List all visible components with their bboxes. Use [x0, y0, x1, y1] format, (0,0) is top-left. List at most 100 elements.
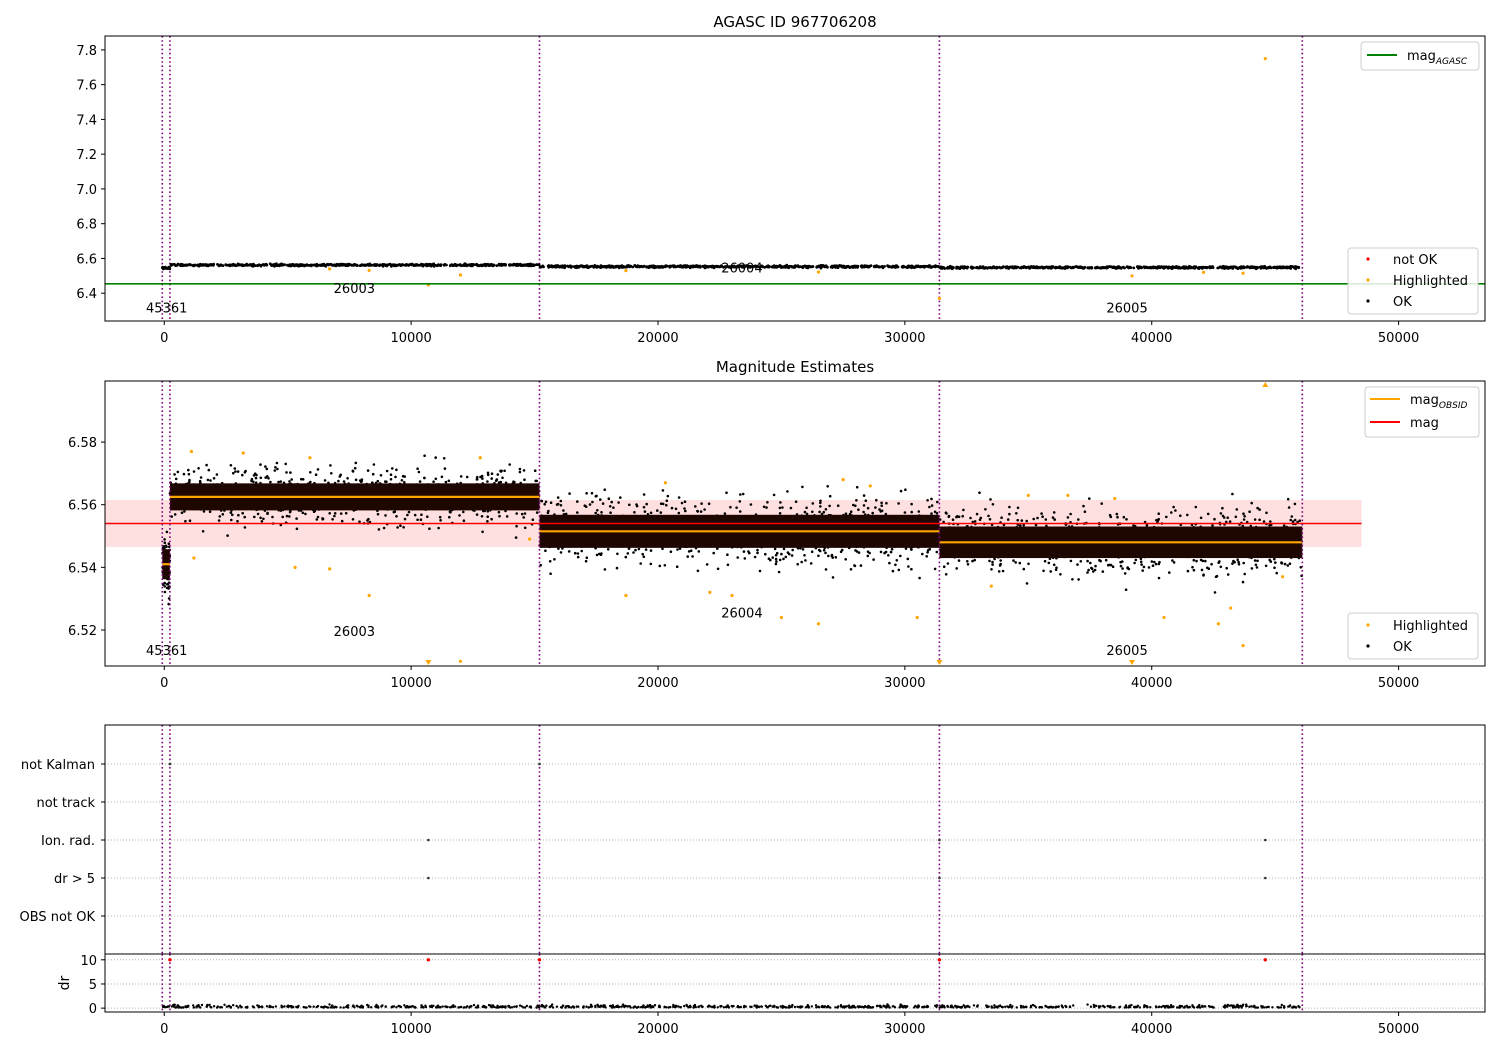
ok-point — [1235, 508, 1239, 511]
ok-point — [535, 263, 539, 266]
ok-point — [781, 506, 784, 509]
ok-point — [1016, 518, 1019, 522]
ok-point — [966, 563, 970, 566]
ok-point — [705, 265, 709, 268]
ok-point — [243, 515, 246, 519]
ok-point — [1086, 571, 1089, 574]
magnitude-legend-lower-label: Highlighted — [1393, 619, 1468, 634]
ok-point — [1066, 516, 1070, 519]
ok-point — [215, 473, 219, 476]
ok-point — [835, 265, 838, 269]
ok-point — [1226, 573, 1230, 576]
obsid-label: 26004 — [721, 606, 762, 621]
dr-ok-point — [1280, 1003, 1284, 1007]
ok-point — [786, 490, 789, 493]
ok-point — [791, 548, 794, 552]
ok-point — [1055, 566, 1058, 569]
flag-row-label: not track — [36, 796, 95, 811]
ok-point — [794, 500, 798, 504]
ok-point — [1231, 492, 1234, 496]
ok-point — [321, 517, 325, 521]
ok-point — [631, 265, 635, 269]
ok-point — [1219, 512, 1223, 515]
ok-point — [1113, 266, 1117, 269]
ok-point — [1020, 519, 1024, 522]
ok-point — [1124, 588, 1128, 591]
ok-point — [1093, 568, 1097, 572]
ok-point — [1207, 567, 1211, 570]
ok-point — [218, 515, 222, 518]
ok-point — [944, 511, 948, 514]
ok-point — [712, 551, 715, 555]
ok-point — [658, 265, 662, 269]
ok-point — [569, 266, 573, 269]
ok-point — [955, 266, 959, 270]
agasc-legend-lower-label: not OK — [1393, 253, 1438, 268]
highlighted-point — [937, 296, 942, 301]
dr-ok-point — [806, 1003, 809, 1007]
ok-point — [551, 265, 554, 269]
ok-point — [385, 263, 389, 267]
dr-ok-point — [212, 1005, 216, 1008]
ok-point — [1042, 266, 1046, 269]
ok-point — [836, 504, 840, 508]
ok-point — [809, 265, 813, 269]
ok-point — [738, 510, 742, 513]
ok-point — [486, 520, 489, 523]
ok-point — [1023, 265, 1027, 269]
ok-point — [887, 265, 890, 269]
ok-point — [305, 263, 309, 267]
x-tick-label: 0 — [160, 331, 168, 346]
ok-point — [1276, 266, 1280, 270]
ok-point — [312, 510, 316, 513]
ok-point — [1036, 266, 1040, 270]
ok-point — [599, 498, 602, 501]
ok-point — [849, 568, 853, 571]
y-tick-label: 7.8 — [76, 44, 97, 59]
ok-point — [907, 265, 911, 269]
ok-point — [522, 469, 526, 472]
ok-point — [844, 512, 848, 515]
ok-point — [649, 549, 653, 552]
flag-point — [1263, 838, 1267, 842]
ok-point — [241, 511, 244, 515]
ok-point — [955, 567, 958, 570]
ok-point — [664, 265, 667, 269]
ok-point — [772, 493, 776, 497]
agasc-legend-lower-label: OK — [1393, 295, 1412, 310]
ok-point — [1029, 265, 1033, 269]
ok-point — [1274, 561, 1277, 564]
x-tick-label: 20000 — [637, 676, 678, 691]
ok-point — [576, 555, 580, 559]
ok-point — [910, 502, 913, 506]
ok-point — [1052, 511, 1056, 514]
ok-point — [1239, 266, 1242, 270]
ok-point — [889, 550, 893, 554]
ok-point — [1170, 511, 1173, 514]
ok-point — [533, 469, 537, 473]
ok-point — [729, 505, 732, 509]
ok-point — [828, 504, 831, 508]
ok-point — [645, 502, 648, 506]
obsid-label: 45361 — [146, 301, 187, 316]
ok-point — [497, 510, 501, 514]
ok-point — [505, 515, 509, 518]
ok-point — [457, 263, 461, 267]
ok-point — [697, 550, 701, 553]
ok-point — [800, 560, 803, 564]
ok-point — [295, 517, 298, 520]
ok-point — [1069, 512, 1072, 516]
ok-point — [818, 510, 821, 514]
highlighted-point — [841, 478, 845, 482]
ok-point — [897, 568, 901, 572]
ok-point — [491, 264, 495, 267]
ok-point — [236, 470, 240, 473]
ok-point — [543, 502, 546, 506]
ok-point — [637, 547, 641, 551]
ok-point — [443, 467, 447, 470]
highlighted-point — [293, 565, 297, 569]
ok-point — [866, 550, 870, 553]
ok-point — [880, 504, 883, 508]
ok-point — [548, 560, 552, 563]
ok-point — [395, 515, 398, 518]
